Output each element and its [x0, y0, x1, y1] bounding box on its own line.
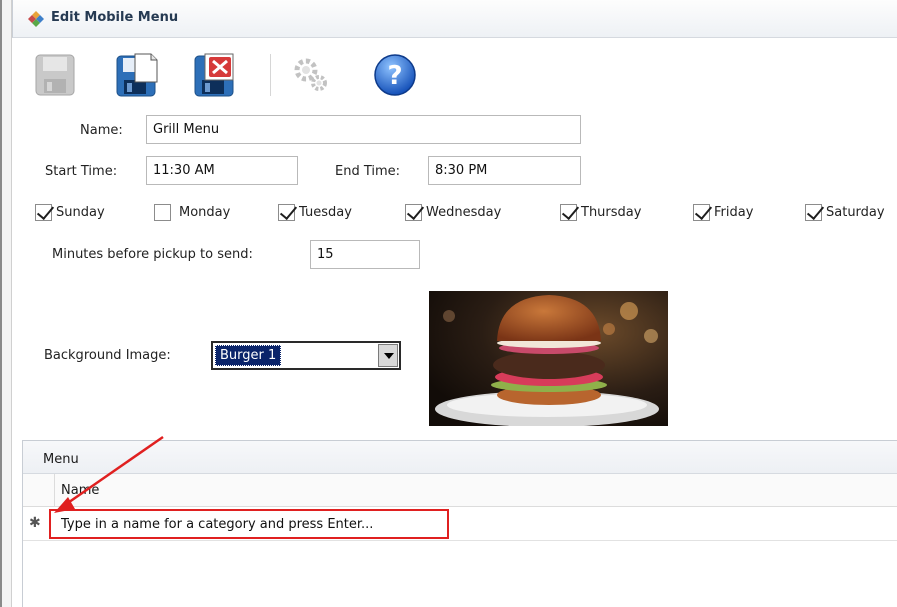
new-category-placeholder: Type in a name for a category and press … — [61, 517, 374, 532]
checkbox-box — [35, 203, 52, 221]
end-time-label: End Time: — [335, 164, 401, 179]
save-and-close-button[interactable] — [190, 48, 240, 102]
title-bar: Edit Mobile Menu — [12, 0, 897, 38]
checkbox-box — [154, 203, 171, 221]
name-input[interactable]: Grill Menu — [146, 115, 581, 144]
day-sunday-checkbox[interactable]: Sunday — [35, 201, 105, 223]
new-row-marker-icon: ✱ — [29, 515, 41, 531]
save-new-button[interactable] — [112, 48, 162, 102]
background-image-select[interactable]: Burger 1 — [211, 341, 401, 370]
menu-panel-header: Menu — [23, 441, 897, 474]
svg-text:?: ? — [387, 61, 402, 91]
new-category-input[interactable]: Type in a name for a category and press … — [49, 509, 449, 539]
save-close-icon — [194, 53, 234, 97]
background-image-preview — [429, 291, 668, 426]
toolbar: ? — [30, 48, 450, 104]
save-new-icon — [116, 53, 158, 97]
day-thursday-checkbox[interactable]: Thursday — [560, 201, 641, 223]
help-button[interactable]: ? — [370, 48, 420, 102]
settings-button[interactable] — [286, 48, 336, 102]
background-image-label: Background Image: — [44, 348, 171, 363]
checkbox-box — [278, 203, 295, 221]
minutes-before-pickup-input[interactable]: 15 — [310, 240, 420, 269]
day-saturday-checkbox[interactable]: Saturday — [805, 201, 885, 223]
background-image-selected: Burger 1 — [215, 345, 282, 366]
checkbox-box — [693, 203, 710, 221]
gears-icon — [294, 58, 327, 91]
floppy-disk-icon — [35, 54, 75, 96]
day-label: Thursday — [581, 204, 642, 220]
save-button[interactable] — [30, 48, 80, 102]
toolbar-separator — [270, 54, 271, 96]
new-category-row: ✱ Type in a name for a category and pres… — [23, 507, 897, 541]
menu-grid-column-header: Name — [23, 474, 897, 507]
day-label: Monday — [179, 204, 231, 220]
checkbox-box — [560, 203, 577, 221]
day-label: Tuesday — [299, 204, 352, 220]
start-time-label: Start Time: — [45, 164, 118, 179]
checkbox-box — [805, 203, 822, 221]
row-header-spacer — [23, 474, 55, 507]
chevron-down-icon[interactable] — [378, 344, 398, 367]
window-title: Edit Mobile Menu — [51, 10, 179, 25]
day-wednesday-checkbox[interactable]: Wednesday — [405, 201, 501, 223]
day-label: Saturday — [826, 204, 885, 220]
day-label: Friday — [714, 204, 754, 220]
day-tuesday-checkbox[interactable]: Tuesday — [278, 201, 352, 223]
name-label: Name: — [80, 123, 123, 138]
day-label: Wednesday — [426, 204, 502, 220]
app-logo-icon — [28, 11, 44, 27]
menu-panel: Menu Name ✱ Type in a name for a categor… — [22, 440, 897, 607]
day-monday-checkbox[interactable]: Monday — [154, 201, 230, 223]
end-time-input[interactable]: 8:30 PM — [428, 156, 581, 185]
name-column-header[interactable]: Name — [61, 483, 99, 498]
minutes-before-pickup-label: Minutes before pickup to send: — [52, 247, 253, 262]
help-icon: ? — [374, 54, 416, 96]
window-left-edge — [2, 0, 12, 607]
day-label: Sunday — [56, 204, 105, 220]
day-friday-checkbox[interactable]: Friday — [693, 201, 753, 223]
checkbox-box — [405, 203, 422, 221]
edit-mobile-menu-window: Edit Mobile Menu ? Name: Grill Menu Star… — [0, 0, 897, 607]
start-time-input[interactable]: 11:30 AM — [146, 156, 298, 185]
menu-panel-title: Menu — [43, 452, 79, 467]
